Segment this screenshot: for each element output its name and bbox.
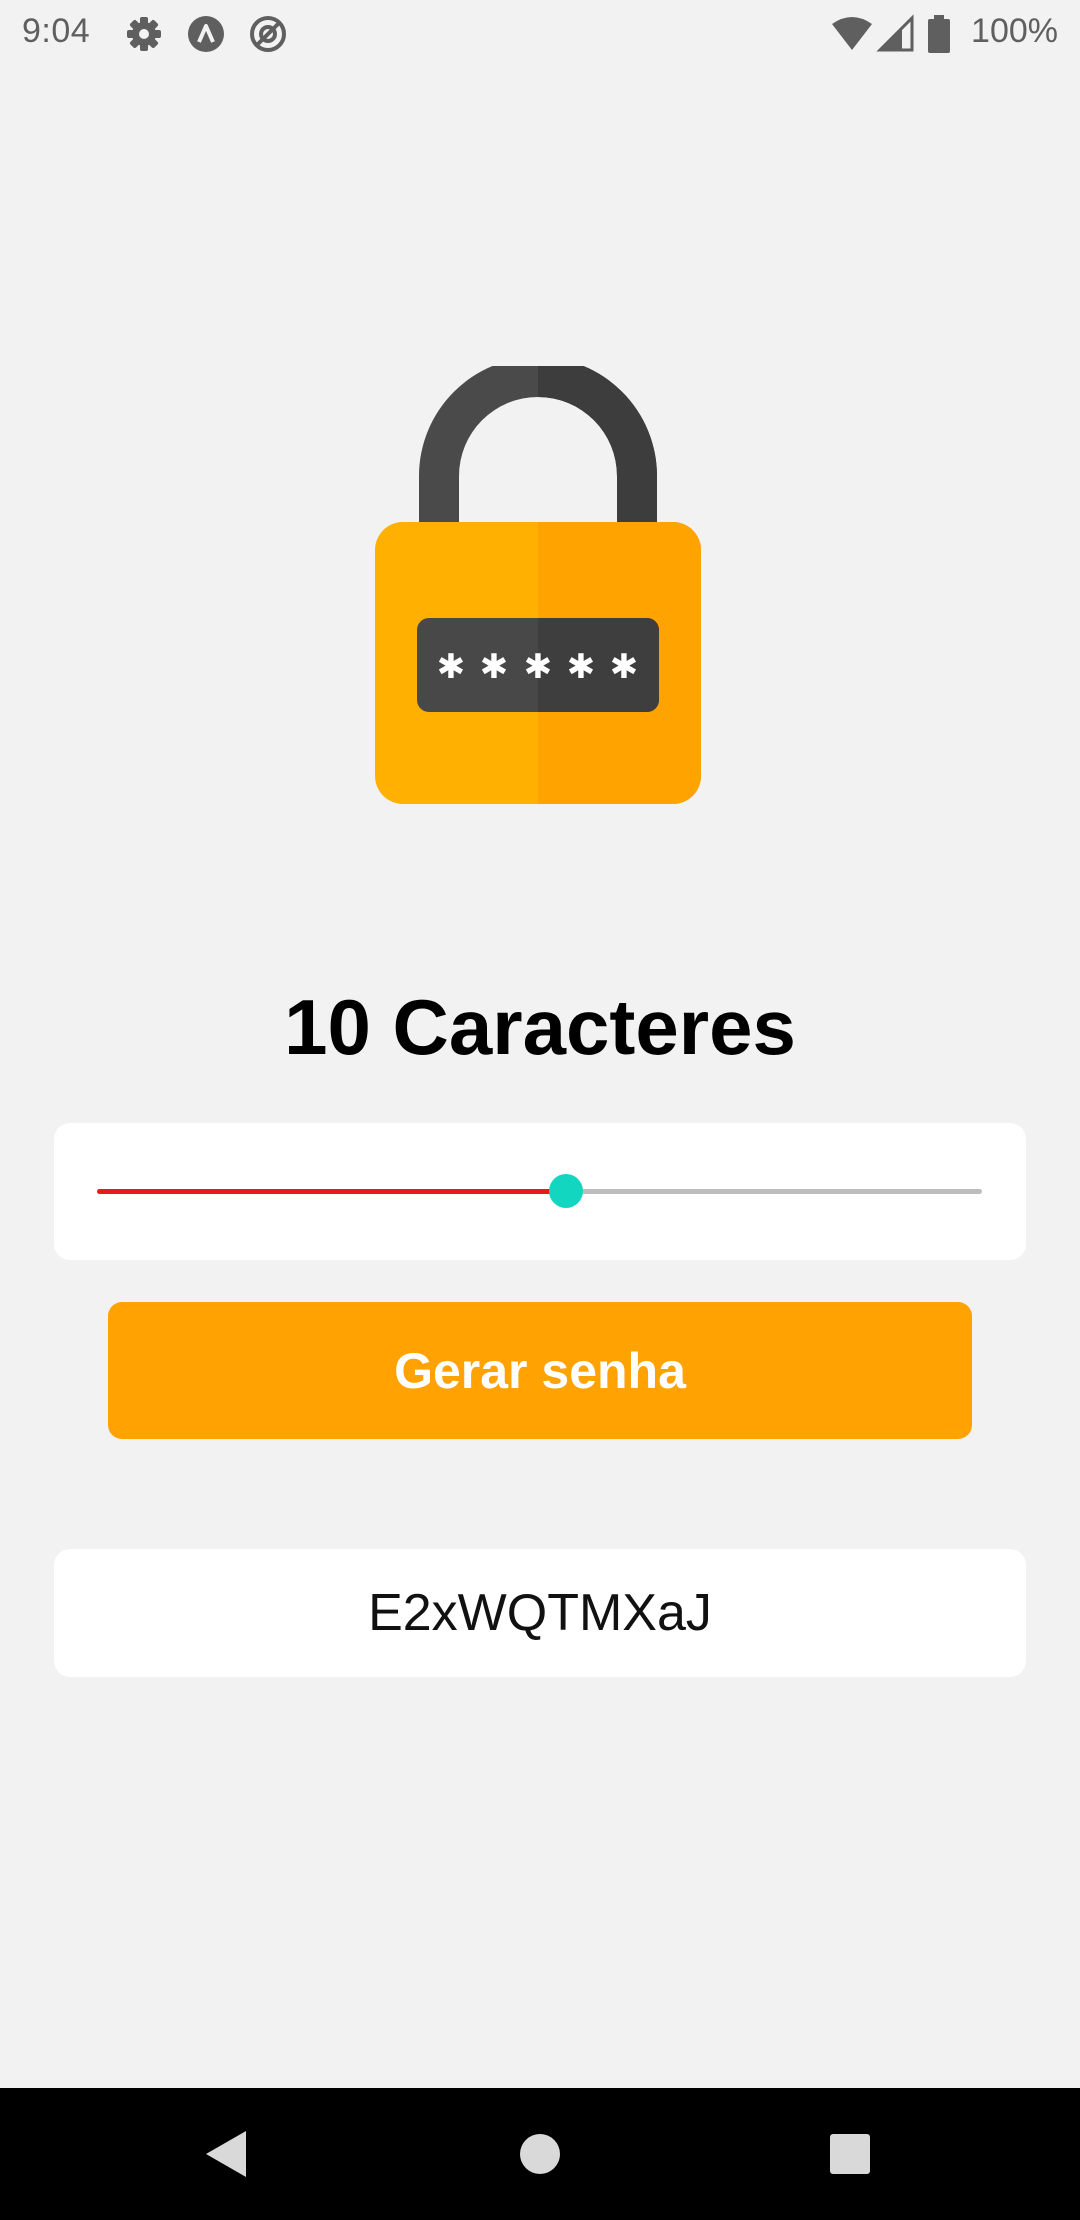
status-bar: 9:04 100% xyxy=(0,0,1080,66)
slider-fill xyxy=(97,1189,567,1194)
navigation-bar xyxy=(0,2088,1080,2220)
at-sign-icon xyxy=(248,14,288,54)
svg-text:✱: ✱ xyxy=(610,647,639,687)
react-icon xyxy=(186,14,226,54)
gear-icon xyxy=(124,14,164,54)
recents-icon[interactable] xyxy=(784,2088,916,2220)
length-label: 10 Caracteres xyxy=(284,983,796,1071)
home-icon[interactable] xyxy=(474,2088,606,2220)
svg-text:✱: ✱ xyxy=(524,647,553,687)
status-time: 9:04 xyxy=(22,12,91,50)
svg-text:✱: ✱ xyxy=(437,647,466,687)
length-slider[interactable] xyxy=(97,1174,982,1208)
generate-password-button[interactable]: Gerar senha xyxy=(108,1302,972,1439)
svg-text:✱: ✱ xyxy=(480,647,509,687)
back-icon[interactable] xyxy=(160,2088,292,2220)
battery-icon xyxy=(926,14,952,54)
svg-text:✱: ✱ xyxy=(567,647,596,687)
padlock-password-icon: ✱ ✱ ✱ ✱ ✱ xyxy=(372,357,704,808)
wifi-icon xyxy=(830,14,874,54)
slider-card xyxy=(54,1123,1026,1260)
slider-thumb[interactable] xyxy=(549,1174,584,1208)
battery-percent: 100% xyxy=(971,12,1058,50)
signal-icon xyxy=(876,14,916,54)
generated-password[interactable]: E2xWQTMXaJ xyxy=(54,1549,1026,1677)
